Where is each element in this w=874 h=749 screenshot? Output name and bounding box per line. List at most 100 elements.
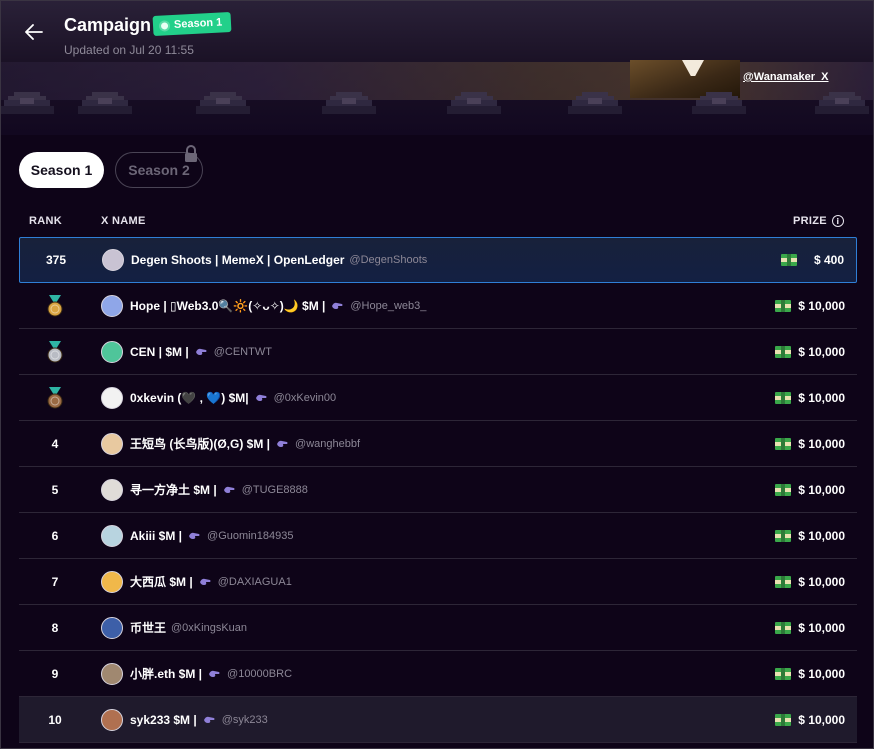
prize-cell: $ 10,000 [774, 299, 845, 313]
tab-season-2[interactable]: Season 2 [115, 145, 203, 188]
rank-number: 6 [51, 528, 59, 543]
x-handle[interactable]: @Guomin184935 [207, 530, 293, 542]
rank-cell: 5 [19, 483, 91, 497]
pixel-cloud-pattern [0, 92, 869, 114]
avatar[interactable] [102, 249, 124, 271]
rank-number: 9 [51, 666, 59, 681]
avatar[interactable] [101, 616, 123, 639]
rank-cell: 9 [19, 667, 91, 681]
prize-amount: $ 10,000 [798, 620, 845, 635]
money-icon [775, 529, 792, 542]
back-button[interactable] [20, 18, 48, 46]
prize-cell: $ 10,000 [774, 391, 845, 405]
x-name[interactable]: 寻一方净土 $M | [130, 481, 217, 498]
x-handle[interactable]: @CENTWT [214, 346, 272, 358]
rank-cell: 8 [19, 621, 91, 635]
prize-cell: $ 10,000 [774, 575, 845, 589]
season-badge-label: Season 1 [173, 16, 223, 31]
x-name[interactable]: 王短鸟 (长鸟版)(Ø,G) $M | [130, 435, 270, 452]
x-handle[interactable]: @wanghebbf [295, 438, 360, 450]
x-name[interactable]: syk233 $M | [130, 713, 197, 727]
avatar[interactable] [101, 432, 123, 455]
table-row[interactable]: 7 大西瓜 $M | @DAXIAGUA1 $ 10,000 [19, 559, 857, 605]
x-name[interactable]: 大西瓜 $M | [130, 573, 193, 590]
rank-cell: 7 [19, 575, 91, 589]
x-handle[interactable]: @DegenShoots [349, 254, 427, 266]
hand-icon [209, 670, 220, 677]
prize-cell: $ 10,000 [774, 437, 845, 451]
avatar[interactable] [101, 570, 123, 593]
x-name[interactable]: 币世王 [130, 619, 166, 636]
table-row[interactable]: CEN | $M | @CENTWT $ 10,000 [19, 329, 857, 375]
x-handle[interactable]: @0xKevin00 [274, 392, 337, 404]
x-handle[interactable]: @TUGE8888 [242, 484, 308, 496]
avatar[interactable] [101, 478, 123, 501]
money-icon [775, 345, 792, 358]
avatar[interactable] [101, 386, 123, 409]
money-icon [775, 391, 792, 404]
hand-icon [189, 532, 200, 539]
prize-cell: $ 10,000 [774, 713, 845, 727]
x-name[interactable]: 0xkevin (🖤 , 💙) $M| [130, 391, 249, 405]
prize-cell: $ 10,000 [774, 483, 845, 497]
x-handle[interactable]: @DAXIAGUA1 [218, 576, 292, 588]
prize-header-label: PRIZE [793, 215, 827, 227]
badge-dot-icon [160, 21, 169, 30]
hand-icon [255, 394, 267, 401]
prize-column-header: PRIZE i [793, 215, 844, 227]
hand-icon [195, 348, 207, 355]
prize-amount: $ 10,000 [798, 528, 845, 543]
avatar[interactable] [101, 662, 123, 685]
money-icon [775, 299, 792, 312]
prize-amount: $ 10,000 [798, 482, 845, 497]
xname-column-header: X NAME [101, 215, 146, 227]
info-icon[interactable]: i [831, 215, 844, 227]
money-icon [775, 437, 792, 450]
tab-season-1[interactable]: Season 1 [19, 152, 104, 188]
table-row[interactable]: 0xkevin (🖤 , 💙) $M| @0xKevin00 $ 10,000 [19, 375, 857, 421]
money-icon [775, 483, 792, 496]
tab-season-2-label: Season 2 [128, 162, 190, 178]
rank-number: 7 [51, 574, 59, 589]
x-name[interactable]: Hope | ▯Web3.0🔍🔆(✧ᴗ✧)🌙 $M | [130, 299, 325, 313]
table-row[interactable]: 10 syk233 $M | @syk233 $ 10,000 [19, 697, 857, 743]
money-icon [775, 713, 792, 726]
rank-cell: 10 [19, 713, 91, 727]
prize-amount: $ 10,000 [798, 298, 845, 313]
season-badge: Season 1 [152, 11, 232, 37]
page-title: Campaign [64, 15, 152, 35]
rank-number: 10 [48, 712, 62, 727]
x-name[interactable]: CEN | $M | [130, 345, 189, 359]
prize-cell: $ 10,000 [774, 529, 845, 543]
table-row[interactable]: 5 寻一方净土 $M | @TUGE8888 $ 10,000 [19, 467, 857, 513]
x-handle[interactable]: @syk233 [222, 714, 268, 726]
table-row[interactable]: 6 Akiii $M | @Guomin184935 $ 10,000 [19, 513, 857, 559]
avatar[interactable] [101, 708, 123, 731]
banner-handle[interactable]: @Wanamaker_X [743, 71, 829, 83]
x-name[interactable]: Degen Shoots | MemeX | OpenLedger [131, 253, 344, 267]
x-handle[interactable]: @Hope_web3_ [350, 300, 426, 312]
x-name[interactable]: 小胖.eth $M | [130, 665, 202, 682]
money-icon [780, 254, 797, 266]
prize-amount: $ 400 [813, 253, 844, 267]
table-row[interactable]: 9 小胖.eth $M | @10000BRC $ 10,000 [19, 651, 857, 697]
hand-icon [332, 302, 343, 309]
avatar[interactable] [101, 294, 123, 317]
table-row[interactable]: 8 币世王 @0xKingsKuan $ 10,000 [19, 605, 857, 651]
avatar[interactable] [101, 340, 123, 363]
table-row[interactable]: Hope | ▯Web3.0🔍🔆(✧ᴗ✧)🌙 $M | @Hope_web3_ $ … [19, 283, 857, 329]
avatar[interactable] [101, 524, 123, 547]
x-name[interactable]: Akiii $M | [130, 529, 182, 543]
lock-icon [185, 145, 197, 162]
money-icon [775, 621, 792, 634]
rank-cell: 375 [20, 253, 92, 267]
x-handle[interactable]: @10000BRC [227, 668, 292, 680]
current-user-row[interactable]: 375 Degen Shoots | MemeX | OpenLedger @Deg… [19, 237, 857, 283]
prize-amount: $ 10,000 [798, 436, 845, 451]
rank-cell [19, 386, 91, 409]
leaderboard-table: 375 Degen Shoots | MemeX | OpenLedger @Deg… [19, 237, 857, 743]
money-icon [775, 667, 792, 680]
prize-amount: $ 10,000 [798, 666, 845, 681]
table-row[interactable]: 4 王短鸟 (长鸟版)(Ø,G) $M | @wanghebbf $ 10,000 [19, 421, 857, 467]
x-handle[interactable]: @0xKingsKuan [171, 622, 247, 634]
